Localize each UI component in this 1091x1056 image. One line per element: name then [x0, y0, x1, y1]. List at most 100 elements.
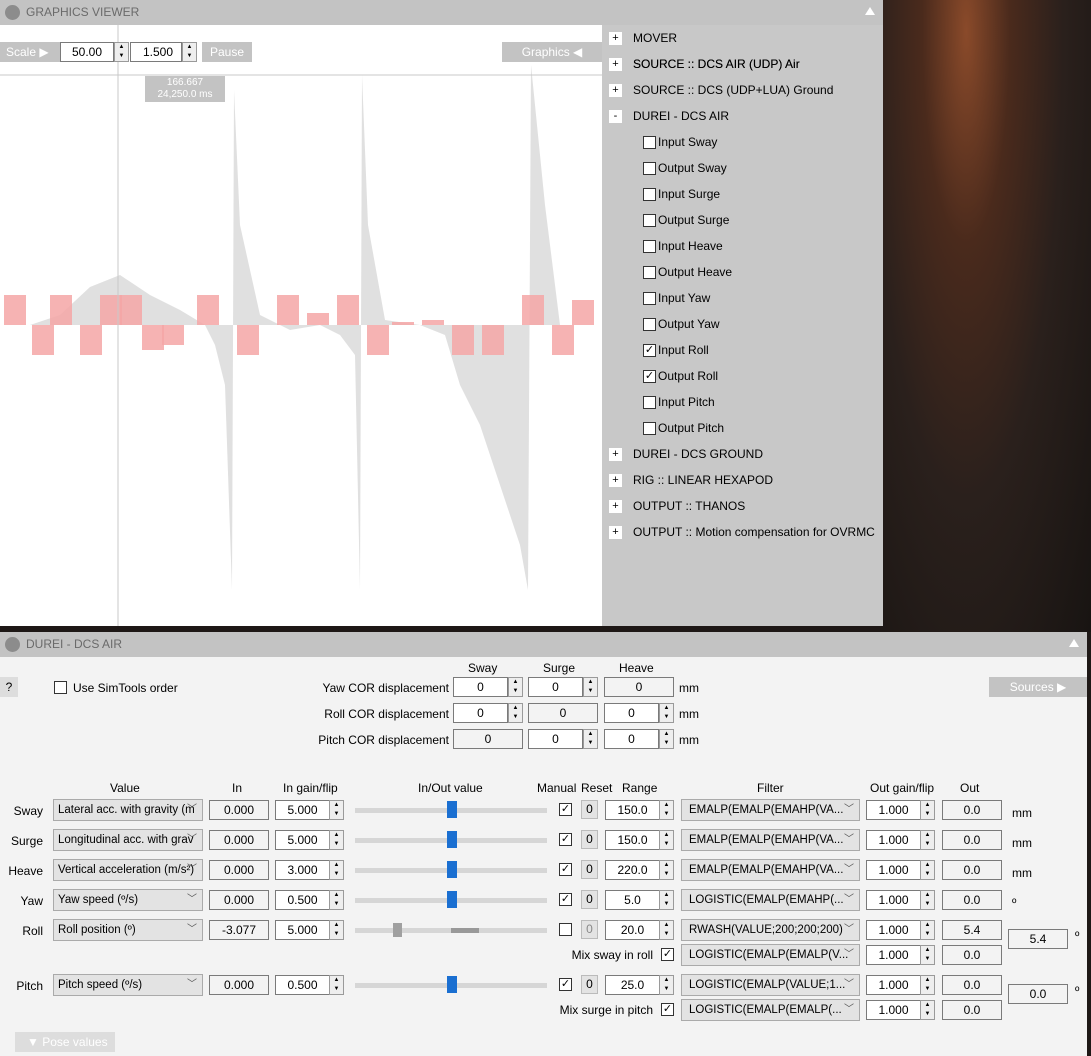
- reset-button[interactable]: 0: [581, 860, 598, 879]
- spinner-button[interactable]: ▲ ▼: [920, 800, 935, 820]
- expand-icon[interactable]: +: [609, 32, 622, 45]
- channel-checkbox[interactable]: [643, 318, 656, 331]
- tree-node[interactable]: + OUTPUT :: THANOS: [602, 496, 883, 516]
- channel-item[interactable]: Output Pitch: [602, 418, 883, 438]
- filter-dropdown[interactable]: RWASH(VALUE;200;200;200) ﹀: [681, 919, 860, 941]
- spinner-button[interactable]: ▲ ▼: [920, 945, 935, 965]
- spinner-button[interactable]: ▲ ▼: [583, 677, 598, 697]
- mix-out-gain-input[interactable]: 1.000: [866, 945, 921, 965]
- channel-checkbox[interactable]: [643, 136, 656, 149]
- signal-plot[interactable]: [0, 25, 602, 626]
- tree-node[interactable]: + SOURCE :: DCS AIR (UDP) Air: [602, 54, 883, 74]
- spinner-button[interactable]: ▲ ▼: [508, 677, 523, 697]
- tree-node[interactable]: + OUTPUT :: Motion compensation for OVRMC: [602, 522, 883, 542]
- spinner-button[interactable]: ▲ ▼: [583, 729, 598, 749]
- channel-checkbox[interactable]: [643, 240, 656, 253]
- spinner-button[interactable]: ▲ ▼: [659, 975, 674, 995]
- range-input[interactable]: 20.0: [605, 920, 660, 940]
- source-dropdown[interactable]: Pitch speed (º/s) ﹀: [53, 974, 203, 996]
- spinner-button[interactable]: ▲ ▼: [659, 703, 674, 723]
- out-gain-input[interactable]: 1.000: [866, 860, 921, 880]
- inout-slider-thumb[interactable]: [447, 891, 457, 908]
- spinner-button[interactable]: ▲ ▼: [659, 729, 674, 749]
- expand-icon[interactable]: +: [609, 84, 622, 97]
- range-input[interactable]: 220.0: [605, 860, 660, 880]
- channel-checkbox[interactable]: [643, 162, 656, 175]
- source-dropdown[interactable]: Lateral acc. with gravity (m ﹀: [53, 799, 203, 821]
- spinner-button[interactable]: ▲ ▼: [659, 890, 674, 910]
- reset-button[interactable]: 0: [581, 920, 598, 939]
- source-dropdown[interactable]: Yaw speed (º/s) ﹀: [53, 889, 203, 911]
- channel-checkbox[interactable]: [643, 422, 656, 435]
- filter-dropdown[interactable]: EMALP(EMALP(EMAHP(VA... ﹀: [681, 829, 860, 851]
- cor-input[interactable]: 0: [604, 703, 659, 723]
- channel-item[interactable]: Input Pitch: [602, 392, 883, 412]
- spinner-button[interactable]: ▲ ▼: [920, 860, 935, 880]
- range-input[interactable]: 25.0: [605, 975, 660, 995]
- channel-item[interactable]: Output Yaw: [602, 314, 883, 334]
- channel-item[interactable]: ✓ Input Roll: [602, 340, 883, 360]
- inout-slider-thumb[interactable]: [447, 801, 457, 818]
- spinner-button[interactable]: ▲ ▼: [920, 890, 935, 910]
- manual-checkbox[interactable]: [559, 923, 572, 936]
- spinner-button[interactable]: ▲ ▼: [920, 975, 935, 995]
- manual-checkbox[interactable]: ✓: [559, 803, 572, 816]
- channel-item[interactable]: ✓ Output Roll: [602, 366, 883, 386]
- graphics-viewer-titlebar[interactable]: GRAPHICS VIEWER: [0, 0, 883, 25]
- manual-checkbox[interactable]: ✓: [559, 833, 572, 846]
- help-button[interactable]: ?: [0, 677, 18, 697]
- spinner-button[interactable]: ▲ ▼: [329, 830, 344, 850]
- mix-filter-dropdown[interactable]: LOGISTIC(EMALP(EMALP(V... ﹀: [681, 944, 860, 966]
- reset-button[interactable]: 0: [581, 800, 598, 819]
- manual-checkbox[interactable]: ✓: [559, 863, 572, 876]
- spinner-button[interactable]: ▲ ▼: [329, 800, 344, 820]
- spinner-button[interactable]: ▲ ▼: [329, 860, 344, 880]
- out-gain-input[interactable]: 1.000: [866, 975, 921, 995]
- spinner-button[interactable]: ▲ ▼: [329, 890, 344, 910]
- channel-item[interactable]: Input Sway: [602, 132, 883, 152]
- out-gain-input[interactable]: 1.000: [866, 800, 921, 820]
- scale-spinner[interactable]: ▲ ▼: [114, 42, 129, 62]
- in-gain-input[interactable]: 5.000: [275, 800, 330, 820]
- channel-item[interactable]: Output Sway: [602, 158, 883, 178]
- filter-dropdown[interactable]: EMALP(EMALP(EMAHP(VA... ﹀: [681, 799, 860, 821]
- channel-checkbox[interactable]: [643, 396, 656, 409]
- tree-node[interactable]: + SOURCE :: DCS (UDP+LUA) Ground: [602, 80, 883, 100]
- collapse-icon[interactable]: [1069, 639, 1079, 647]
- expand-icon[interactable]: +: [609, 526, 622, 539]
- in-gain-input[interactable]: 3.000: [275, 860, 330, 880]
- out-gain-input[interactable]: 1.000: [866, 890, 921, 910]
- mix-out-gain-input[interactable]: 1.000: [866, 1000, 921, 1020]
- pose-values-button[interactable]: ▼ Pose values: [15, 1032, 115, 1052]
- out-gain-input[interactable]: 1.000: [866, 830, 921, 850]
- channel-checkbox[interactable]: [643, 266, 656, 279]
- channel-item[interactable]: Output Heave: [602, 262, 883, 282]
- in-gain-input[interactable]: 5.000: [275, 920, 330, 940]
- scale-button[interactable]: Scale ▶: [0, 42, 60, 62]
- channel-item[interactable]: Input Yaw: [602, 288, 883, 308]
- tree-node[interactable]: + MOVER: [602, 28, 883, 48]
- source-dropdown[interactable]: Vertical acceleration (m/s²) ﹀: [53, 859, 203, 881]
- reset-button[interactable]: 0: [581, 975, 598, 994]
- channel-checkbox[interactable]: ✓: [643, 344, 656, 357]
- source-dropdown[interactable]: Roll position (º) ﹀: [53, 919, 203, 941]
- source-dropdown[interactable]: Longitudinal acc. with grav ﹀: [53, 829, 203, 851]
- channel-checkbox[interactable]: [643, 292, 656, 305]
- graphics-button[interactable]: Graphics ◀: [502, 42, 602, 62]
- spinner-button[interactable]: ▲ ▼: [659, 830, 674, 850]
- inout-slider-thumb[interactable]: [393, 923, 403, 937]
- channel-item[interactable]: Input Heave: [602, 236, 883, 256]
- reset-button[interactable]: 0: [581, 890, 598, 909]
- tree-node[interactable]: + RIG :: LINEAR HEXAPOD: [602, 470, 883, 490]
- cor-input[interactable]: 0: [528, 677, 583, 697]
- channel-checkbox[interactable]: [643, 188, 656, 201]
- manual-checkbox[interactable]: ✓: [559, 978, 572, 991]
- channel-checkbox[interactable]: [643, 214, 656, 227]
- manual-checkbox[interactable]: ✓: [559, 893, 572, 906]
- spinner-button[interactable]: ▲ ▼: [659, 920, 674, 940]
- spinner-button[interactable]: ▲ ▼: [920, 1000, 935, 1020]
- second-scale-spinner[interactable]: ▲ ▼: [182, 42, 197, 62]
- scale-input[interactable]: 50.00: [60, 42, 114, 62]
- in-gain-input[interactable]: 0.500: [275, 890, 330, 910]
- expand-icon[interactable]: +: [609, 448, 622, 461]
